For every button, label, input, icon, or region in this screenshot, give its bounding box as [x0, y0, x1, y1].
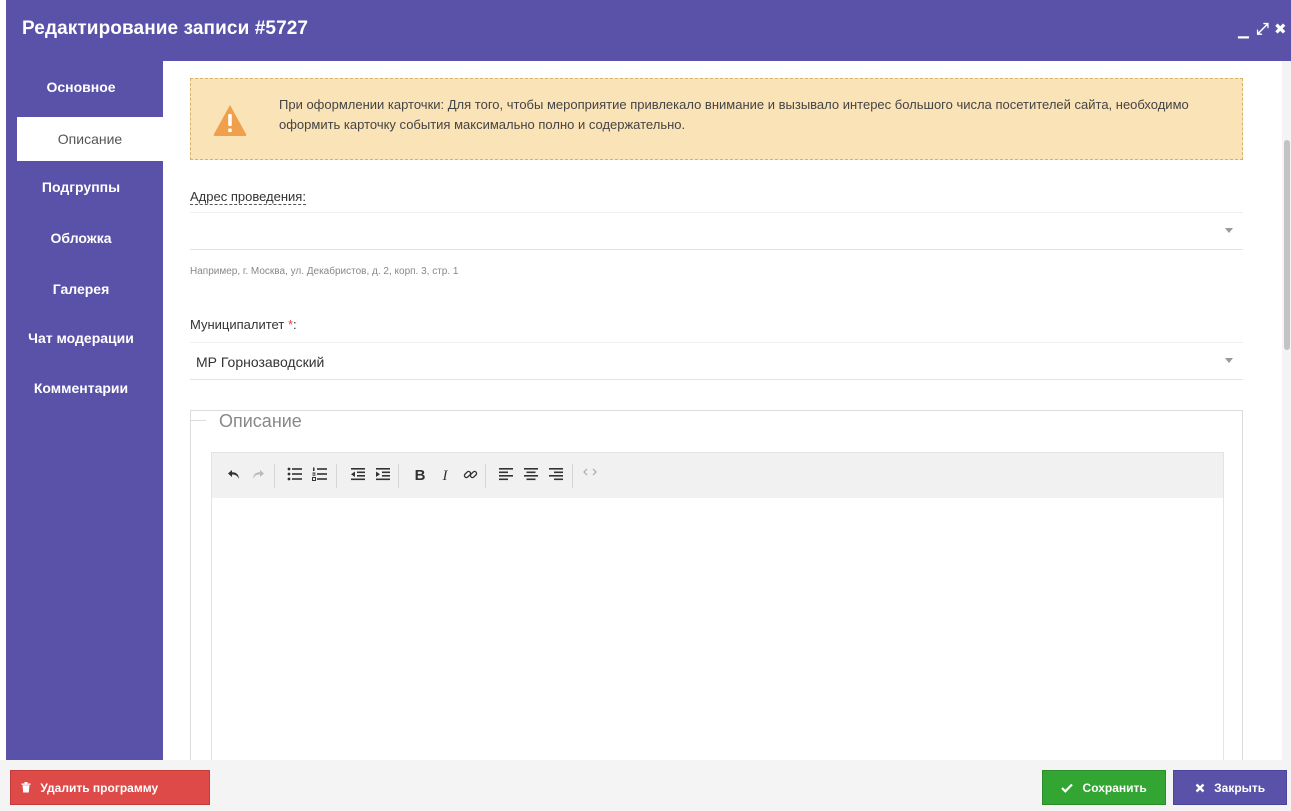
toolbar-separator: [485, 464, 486, 488]
link-icon[interactable]: [460, 467, 480, 485]
municipality-value: МР Горнозаводский: [196, 354, 325, 370]
editor-toolbar: B I: [212, 453, 1223, 498]
sidebar-item-comments[interactable]: Комментарии: [6, 366, 156, 410]
close-button[interactable]: Закрыть: [1173, 770, 1287, 805]
numbered-list-icon[interactable]: [310, 467, 330, 485]
address-select[interactable]: [190, 212, 1243, 250]
align-right-icon[interactable]: [546, 467, 566, 485]
sidebar-item-main[interactable]: Основное: [6, 65, 156, 109]
align-left-icon[interactable]: [496, 467, 516, 485]
legend-line: [190, 420, 206, 421]
toolbar-separator: [274, 464, 275, 488]
rich-text-editor[interactable]: B I: [211, 452, 1224, 760]
toolbar-separator: [336, 464, 337, 488]
form-content: При оформлении карточки: Для того, чтобы…: [163, 61, 1291, 760]
source-code-icon[interactable]: [580, 467, 600, 485]
edit-record-window: Редактирование записи #5727 Основное Опи…: [6, 0, 1291, 811]
indent-icon[interactable]: [373, 467, 393, 485]
window-title: Редактирование записи #5727: [22, 18, 309, 39]
close-label: Закрыть: [1214, 781, 1266, 795]
align-center-icon[interactable]: [521, 467, 541, 485]
address-hint: Например, г. Москва, ул. Декабристов, д.…: [190, 266, 459, 277]
italic-icon[interactable]: I: [435, 467, 455, 485]
address-label: Адрес проведения:: [190, 189, 306, 205]
trash-icon: [21, 781, 34, 795]
bullet-list-icon[interactable]: [285, 467, 305, 485]
footer-bar: Удалить программу Сохранить Закрыть: [0, 760, 1291, 811]
close-icon[interactable]: ✖: [1274, 20, 1287, 40]
redo-icon[interactable]: [248, 467, 268, 485]
description-legend: Описание: [215, 411, 306, 432]
municipality-label: Муниципалитет *:: [190, 317, 297, 332]
minimize-icon[interactable]: ▁: [1238, 20, 1249, 40]
sidebar-item-cover[interactable]: Обложка: [6, 216, 156, 260]
sidebar-item-subgroups[interactable]: Подгруппы: [6, 165, 156, 209]
title-bar: Редактирование записи #5727: [6, 0, 1291, 61]
municipality-label-colon: :: [293, 317, 297, 332]
municipality-select[interactable]: МР Горнозаводский: [190, 342, 1243, 380]
chevron-down-icon: [1225, 228, 1233, 233]
save-button[interactable]: Сохранить: [1042, 770, 1166, 805]
alert-text: При оформлении карточки: Для того, чтобы…: [279, 97, 1189, 132]
sidebar-item-description[interactable]: Описание: [17, 117, 163, 161]
chevron-down-icon: [1225, 358, 1233, 363]
toolbar-separator: [572, 464, 573, 488]
sidebar-item-gallery[interactable]: Галерея: [6, 267, 156, 311]
maximize-icon[interactable]: ⤢: [1256, 20, 1269, 40]
outdent-icon[interactable]: [348, 467, 368, 485]
delete-program-label: Удалить программу: [40, 781, 159, 795]
toolbar-separator: [398, 464, 399, 488]
delete-program-button[interactable]: Удалить программу: [10, 770, 210, 805]
save-label: Сохранить: [1082, 781, 1147, 795]
bold-icon[interactable]: B: [410, 467, 430, 485]
warning-triangle-icon: [213, 105, 247, 136]
scrollbar-thumb[interactable]: [1284, 140, 1290, 350]
address-label-text: Адрес проведения:: [190, 189, 306, 205]
checkmark-icon: [1061, 781, 1076, 795]
undo-icon[interactable]: [224, 467, 244, 485]
sidebar: Основное Описание Подгруппы Обложка Гале…: [6, 61, 163, 760]
close-x-icon: [1195, 781, 1208, 795]
municipality-label-text: Муниципалитет: [190, 317, 285, 332]
sidebar-item-moderation-chat[interactable]: Чат модерации: [6, 316, 156, 360]
info-alert: При оформлении карточки: Для того, чтобы…: [190, 78, 1243, 160]
